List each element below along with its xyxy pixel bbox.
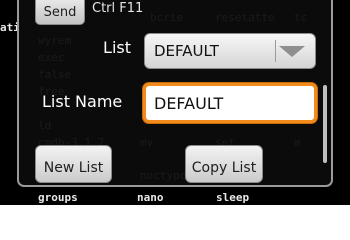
shortcut-label: Ctrl F11	[92, 1, 144, 16]
terminal-word: groups	[38, 191, 78, 204]
list-name-label: List Name	[42, 92, 123, 111]
select-divider	[275, 40, 276, 62]
new-list-button[interactable]: New List	[35, 145, 112, 183]
terminal-word: sleep	[216, 191, 250, 204]
scrollbar[interactable]	[323, 85, 327, 163]
list-select-value: DEFAULT	[154, 42, 219, 60]
terminal-screen: wyrem bcrie resetatte tc exec false free…	[0, 0, 350, 230]
list-label: List	[103, 38, 131, 57]
list-select[interactable]: DEFAULT	[144, 33, 316, 69]
terminal-word: nano	[137, 191, 164, 204]
copy-list-button[interactable]: Copy List	[185, 145, 263, 183]
chevron-down-icon	[279, 46, 305, 57]
list-name-input[interactable]	[143, 83, 317, 123]
terminal-bottom-row: groups nano sleep	[0, 190, 350, 204]
send-button[interactable]: Send	[35, 0, 85, 25]
